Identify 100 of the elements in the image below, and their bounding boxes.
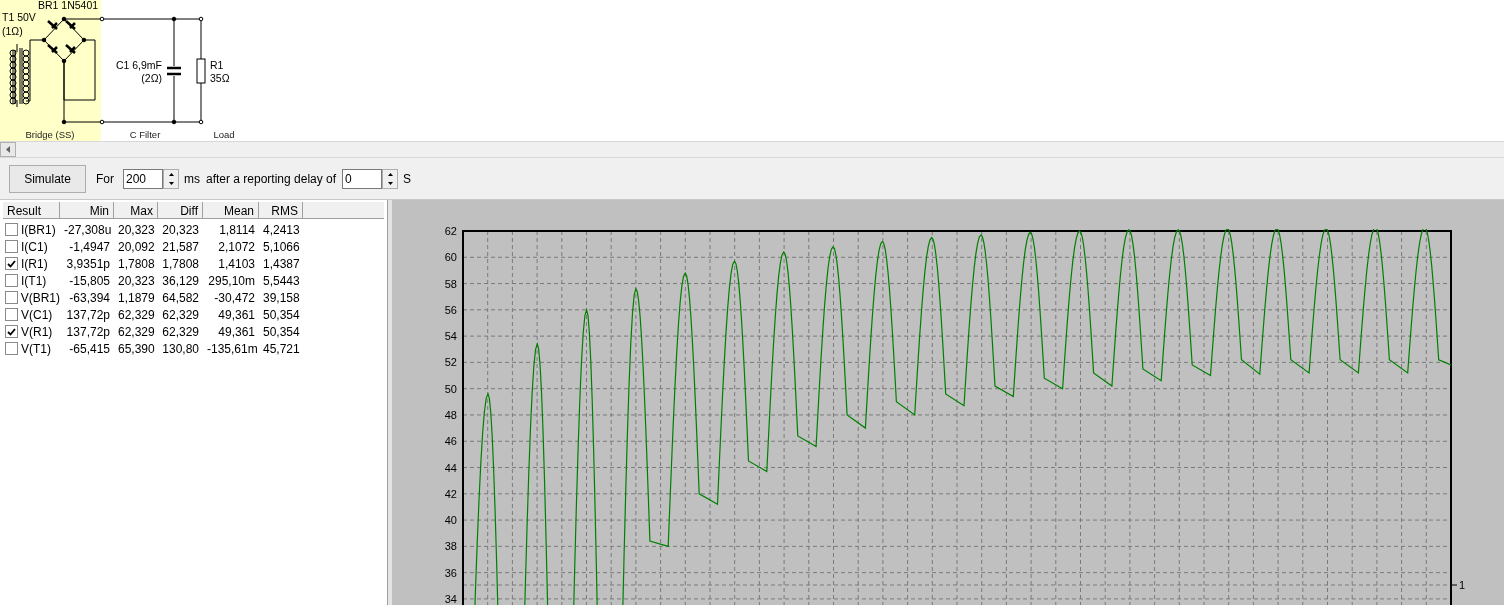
table-cell-text: 39,158	[262, 289, 301, 307]
result-name: V(T1)	[21, 340, 51, 358]
br1-label: BR1 1N5401	[38, 0, 99, 11]
r1-label: R1	[210, 59, 224, 71]
table-cell-text: -65,415	[68, 340, 111, 358]
number-field[interactable]: 0	[342, 168, 383, 189]
checkbox[interactable]	[5, 240, 18, 253]
marker-tick	[1450, 584, 1458, 586]
result-name: V(BR1)	[20, 289, 60, 307]
column-header[interactable]: Diff	[158, 202, 203, 218]
table-cell-text: 3,9351p	[65, 255, 111, 273]
simulate-button[interactable]: Simulate	[9, 164, 86, 193]
checkbox[interactable]	[5, 223, 18, 236]
table-cell-text: 65,390	[117, 340, 156, 358]
table-cell-text: -27,308u	[63, 221, 113, 239]
checkbox[interactable]	[5, 274, 18, 287]
result-name: I(R1)	[21, 255, 48, 273]
table-cell-text: 1,8114	[218, 221, 256, 239]
table-cell-text: 45,721	[262, 340, 301, 358]
table-cell-text: 49,361	[217, 306, 256, 324]
axis-tick-label: 52	[444, 356, 457, 369]
checkbox[interactable]	[5, 342, 18, 355]
axis-tick-label: 36	[444, 566, 457, 579]
arrow-down-icon	[168, 181, 174, 185]
table-cell-text: 50,354	[262, 323, 301, 341]
spinner[interactable]	[382, 168, 399, 189]
axis-tick-label: 58	[444, 277, 457, 290]
unit-label: S	[403, 170, 412, 188]
table-cell-text: 64,582	[161, 289, 200, 307]
section-label: C Filter	[129, 129, 161, 140]
table-cell-text: 1,7808	[117, 255, 156, 273]
axis-tick-label: 38	[444, 540, 457, 553]
table-cell-text: 295,10m	[207, 272, 256, 290]
table-cell-text: 62,329	[117, 306, 156, 324]
axis-tick-label: 48	[444, 408, 457, 421]
table-cell-text: 4,2413	[262, 221, 301, 239]
table-cell-text: -63,394	[68, 289, 111, 307]
checkbox[interactable]	[5, 325, 18, 338]
arrow-up-icon	[387, 172, 393, 176]
section-label: Load	[213, 129, 235, 140]
arrow-left-icon	[6, 146, 10, 153]
scroll-left-button[interactable]	[0, 142, 16, 157]
column-header[interactable]: Result	[3, 202, 60, 218]
spinner[interactable]	[163, 168, 179, 189]
table-cell-text: 2,1072	[217, 238, 256, 256]
axis-tick-label: 56	[444, 303, 457, 316]
table-cell-text: 1,7808	[161, 255, 200, 273]
delay-label: after a reporting delay of	[206, 170, 337, 188]
axis-tick-label: 50	[444, 382, 457, 395]
section-label: Bridge (SS)	[25, 129, 75, 140]
column-header[interactable]: RMS	[259, 202, 303, 218]
number-field[interactable]: 200	[123, 168, 163, 189]
table-cell-text: 130,80	[161, 340, 200, 358]
result-name: V(C1)	[21, 306, 53, 324]
checkbox[interactable]	[5, 291, 18, 304]
table-cell-text: 1,1879	[117, 289, 156, 307]
axis-tick-label: 54	[444, 330, 457, 343]
result-name: I(BR1)	[21, 221, 56, 239]
checkbox[interactable]	[5, 257, 18, 270]
column-header[interactable]: Min	[60, 202, 114, 218]
table-cell-text: -30,472	[213, 289, 256, 307]
result-name: V(R1)	[21, 323, 53, 341]
table-cell-text: 20,323	[161, 221, 200, 239]
table-cell-text: 137,72p	[65, 323, 111, 341]
table-cell-text: 36,129	[161, 272, 200, 290]
table-cell-text: 5,1066	[262, 238, 301, 256]
for-label: For	[96, 170, 114, 188]
table-cell-text: 1,4387	[262, 255, 301, 273]
result-name: I(C1)	[21, 238, 48, 256]
t1-label: T1 50V	[2, 11, 36, 23]
column-header[interactable]: Max	[114, 202, 158, 218]
unit-label: ms	[184, 170, 200, 188]
column-header[interactable]: Mean	[203, 202, 259, 218]
table-cell-text: 49,361	[217, 323, 256, 341]
table-cell-text: 20,323	[117, 221, 156, 239]
table-cell-text: 62,329	[117, 323, 156, 341]
c1-label: (2Ω)	[141, 72, 162, 84]
arrow-up-icon	[168, 172, 174, 176]
table-cell-text: 62,329	[161, 323, 200, 341]
axis-tick-label: 40	[444, 514, 457, 527]
table-cell-text: 5,5443	[262, 272, 301, 290]
table-cell-text: 50,354	[262, 306, 301, 324]
table-cell-text: 20,092	[117, 238, 156, 256]
axis-tick-label: 62	[444, 225, 457, 237]
result-name: I(T1)	[21, 272, 47, 290]
table-cell-text: 137,72p	[65, 306, 111, 324]
table-cell-text: 21,587	[161, 238, 200, 256]
trace-label: 1	[1459, 579, 1466, 591]
axis-tick-label: 34	[444, 592, 457, 605]
checkbox[interactable]	[5, 308, 18, 321]
table-cell-text: -135,61m	[206, 340, 259, 358]
table-cell-text: -15,805	[68, 272, 111, 290]
c1-label: C1 6,9mF	[115, 59, 162, 71]
t1-label: (1Ω)	[2, 25, 23, 37]
arrow-down-icon	[387, 181, 393, 185]
table-cell-text: -1,4947	[68, 238, 111, 256]
table-cell-text: 20,323	[117, 272, 156, 290]
r1-label: 35Ω	[210, 72, 230, 84]
axis-tick-label: 42	[444, 487, 457, 500]
table-cell-text: 1,4103	[217, 255, 256, 273]
